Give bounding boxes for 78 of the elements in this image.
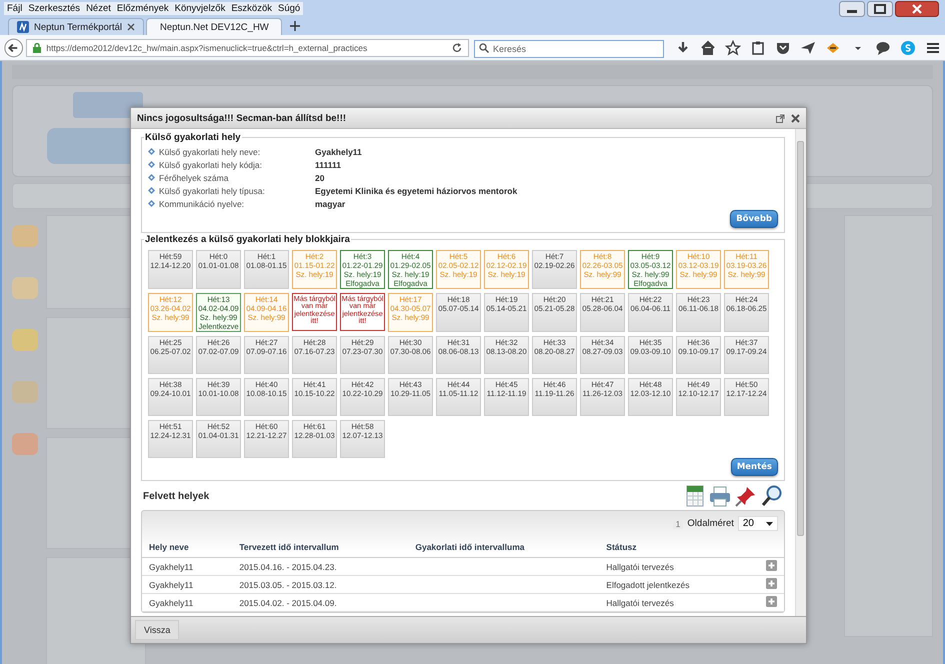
- table-cell: 2015.04.02. - 2015.04.09.: [232, 594, 408, 612]
- table-cell: Gyakhely11: [142, 558, 232, 576]
- menu-item[interactable]: Előzmények: [114, 2, 172, 15]
- field-value: 111111: [315, 160, 342, 170]
- sidebar-icon: [12, 433, 38, 455]
- tab-title: Neptun Termékportál: [34, 22, 122, 32]
- spreadsheet-icon[interactable]: [685, 485, 705, 507]
- dialog-title: Nincs jogosultsága!!! Secman-ban állítsd be!!!: [137, 112, 348, 124]
- browser-tab[interactable]: Neptun Termékportál: [8, 18, 144, 35]
- menu-item[interactable]: Nézet: [83, 2, 114, 15]
- site-icon: [17, 21, 29, 33]
- tab-title: Neptun.Net DEV12C_HW: [160, 22, 269, 32]
- section-title: Jelentkezés a külső gyakorlati hely blokkjaira: [144, 234, 351, 245]
- table-cell: Gyakhely11: [142, 576, 232, 594]
- search-icon: [479, 42, 489, 52]
- field-value: 20: [315, 172, 324, 182]
- lock-icon: [33, 42, 42, 52]
- back-icon[interactable]: [4, 36, 24, 58]
- expand-icon[interactable]: [776, 114, 785, 122]
- download-icon[interactable]: [675, 40, 691, 56]
- section-title: Felvett helyek: [143, 490, 210, 502]
- printer-icon[interactable]: [709, 485, 731, 507]
- more-button[interactable]: Bővebb: [730, 210, 778, 228]
- clipboard-icon[interactable]: [750, 40, 766, 56]
- menu-item[interactable]: Súgó: [275, 2, 304, 15]
- field-value: Egyetemi Klinika és egyetemi háziorvos mentorok: [315, 186, 518, 196]
- close-icon[interactable]: [895, 0, 939, 16]
- search-icon[interactable]: [761, 485, 783, 507]
- bullet-icon: [148, 200, 155, 207]
- field-label: Kommunikáció nyelve:: [159, 198, 246, 208]
- home-icon[interactable]: [700, 40, 716, 56]
- field-label: Férőhelyek száma: [159, 172, 230, 182]
- pin-icon[interactable]: [735, 485, 757, 507]
- table-cell: Gyakhely11: [142, 594, 232, 612]
- bullet-icon: [148, 187, 155, 194]
- address-field[interactable]: https://demo2012/dev12c_hw/main.aspx?ismenuclick=true&ctrl=h_external_practices: [26, 38, 469, 56]
- chat-icon[interactable]: [875, 40, 891, 56]
- close-icon[interactable]: [791, 114, 800, 122]
- sidebar-icon: [12, 381, 38, 403]
- sidebar-icon: [12, 225, 38, 247]
- star-icon[interactable]: [725, 40, 741, 56]
- browser-tab[interactable]: Neptun.Net DEV12C_HW: [146, 18, 282, 35]
- reload-icon[interactable]: [452, 42, 462, 52]
- search-field[interactable]: Keresés: [474, 40, 664, 58]
- caret-icon: [766, 522, 773, 526]
- field-value: Gyakhely11: [315, 146, 362, 156]
- bullet-icon: [148, 148, 155, 155]
- field-value: magyar: [315, 198, 346, 208]
- page-number[interactable]: 1: [672, 518, 684, 528]
- bullet-icon: [148, 174, 155, 181]
- field-label: Külső gyakorlati hely kódja:: [159, 160, 264, 170]
- table-cell: Hallgatói tervezés: [599, 594, 750, 612]
- table-cell: Elfogadott jelentkezés: [599, 576, 750, 594]
- scrollbar-thumb[interactable]: [797, 141, 804, 536]
- maximize-icon[interactable]: [867, 0, 893, 16]
- menu-item[interactable]: Szerkesztés: [25, 2, 84, 15]
- send-icon[interactable]: [800, 40, 816, 56]
- sidebar-icon: [12, 277, 38, 299]
- menu-item[interactable]: Eszközök: [228, 2, 275, 15]
- plus-icon[interactable]: [290, 21, 300, 31]
- field-label: Külső gyakorlati hely neve:: [159, 146, 262, 156]
- minimize-icon[interactable]: [839, 0, 865, 16]
- page-size-dropdown[interactable]: 20: [738, 516, 778, 531]
- skype-icon[interactable]: [900, 40, 916, 56]
- menu-item[interactable]: Könyvjelzők: [172, 2, 228, 15]
- page-size-label: Oldalméret: [687, 518, 734, 529]
- table-cell: 2015.03.05. - 2015.03.12.: [232, 576, 408, 594]
- bullet-icon: [148, 161, 155, 168]
- back-button[interactable]: Vissza: [135, 620, 180, 640]
- save-button[interactable]: Mentés: [730, 458, 778, 476]
- field-label: Külső gyakorlati hely típusa:: [159, 186, 266, 196]
- section-title: Külső gyakorlati hely: [144, 132, 242, 143]
- menu-item[interactable]: Fájl: [4, 2, 26, 15]
- sidebar-icon: [12, 329, 38, 351]
- table-cell: 2015.04.16. - 2015.04.23.: [232, 558, 408, 576]
- table-cell: Hallgatói tervezés: [599, 558, 750, 576]
- scrollbar[interactable]: [795, 129, 806, 616]
- close-icon[interactable]: [127, 23, 135, 31]
